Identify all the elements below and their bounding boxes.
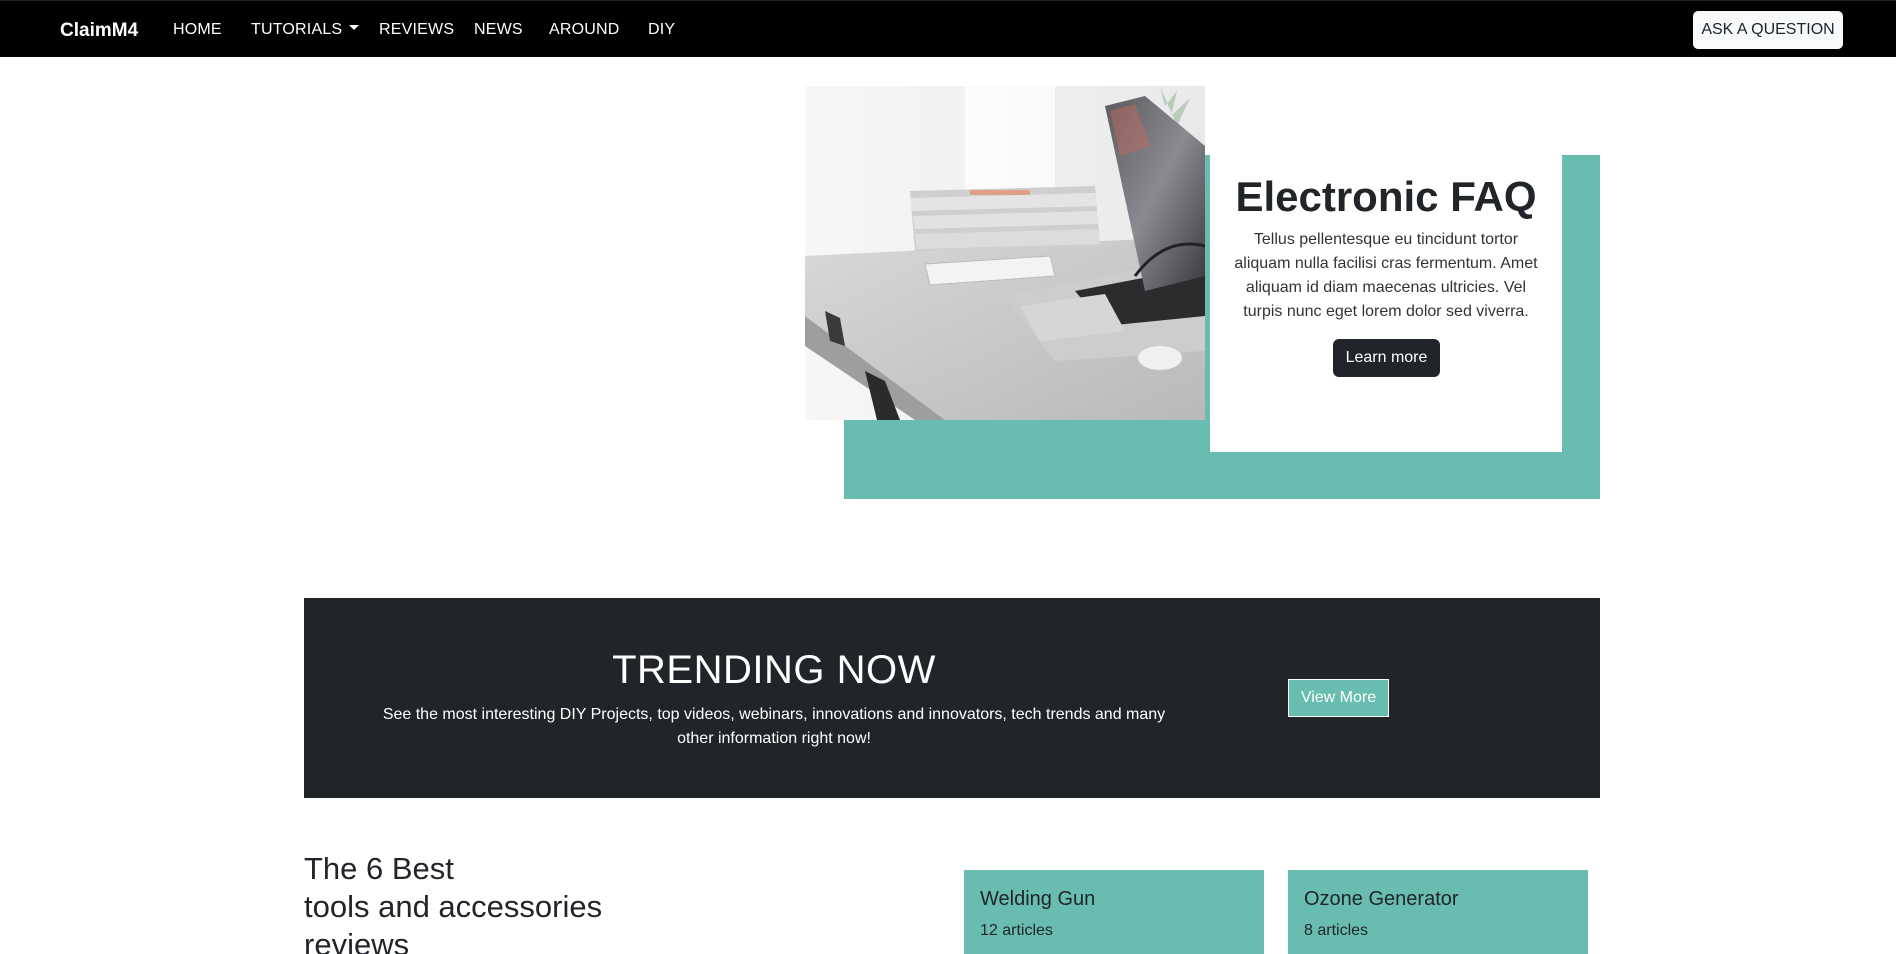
best-heading-line-2: tools and accessories [304, 889, 603, 924]
brand-logo[interactable]: ClaimM4 [60, 20, 138, 42]
nav-news[interactable]: NEWS [474, 21, 523, 39]
faq-title: Electronic FAQ [1235, 173, 1537, 220]
best-tools-heading: The 6 Best tools and accessories reviews [304, 850, 704, 954]
best-heading-line-1: The 6 Best [304, 851, 454, 886]
trending-title: TRENDING NOW [612, 648, 936, 692]
trending-description: See the most interesting DIY Projects, t… [382, 706, 1166, 747]
card-title: Ozone Generator [1304, 888, 1459, 910]
hero-laptop-image [805, 86, 1205, 420]
trending-banner: TRENDING NOW See the most interesting DI… [304, 598, 1600, 798]
card-article-count: 12 articles [980, 922, 1053, 939]
top-navbar: ClaimM4 HOME TUTORIALS REVIEWS NEWS AROU… [0, 0, 1896, 57]
category-card-welding-gun[interactable]: Welding Gun 12 articles [964, 870, 1264, 954]
ask-question-button[interactable]: ASK A QUESTION [1693, 11, 1843, 49]
caret-down-icon [349, 25, 360, 31]
nav-home[interactable]: HOME [173, 21, 222, 39]
view-more-button[interactable]: View More [1288, 679, 1389, 717]
nav-diy[interactable]: DIY [648, 21, 675, 39]
learn-more-button[interactable]: Learn more [1333, 339, 1440, 377]
best-heading-line-3: reviews [304, 927, 410, 954]
card-title: Welding Gun [980, 888, 1096, 910]
category-card-ozone-generator[interactable]: Ozone Generator 8 articles [1288, 870, 1588, 954]
nav-around[interactable]: AROUND [549, 21, 620, 39]
faq-card: Electronic FAQ Tellus pellentesque eu ti… [1210, 155, 1562, 452]
nav-tutorials[interactable]: TUTORIALS [251, 21, 360, 39]
card-article-count: 8 articles [1304, 922, 1369, 939]
faq-description: Tellus pellentesque eu tincidunt tortor … [1234, 231, 1538, 320]
nav-reviews[interactable]: REVIEWS [379, 21, 454, 39]
nav-tutorials-label: TUTORIALS [251, 21, 343, 38]
